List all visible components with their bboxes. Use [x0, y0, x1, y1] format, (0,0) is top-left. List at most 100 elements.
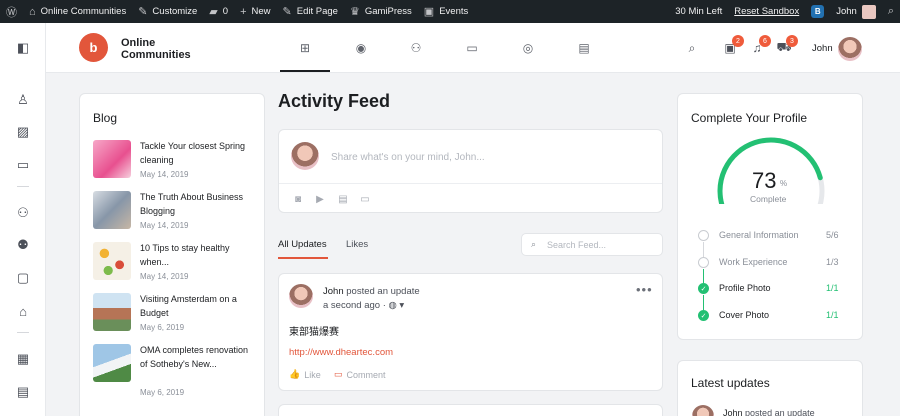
step-connector: [703, 269, 704, 284]
profile-completion-title: Complete Your Profile: [691, 111, 808, 125]
cart-count: 3: [786, 35, 798, 47]
site-header: b Online Communities ⊞ ◉ ⚇ ▭ ◎ ▤ ⌕ ▣ 2 ♫ 6…: [46, 23, 900, 73]
document-upload-icon[interactable]: ▤: [337, 194, 349, 205]
messages-icon[interactable]: ▣ 2: [722, 35, 744, 56]
profile-icon[interactable]: ♙: [15, 92, 31, 108]
nav-profile-icon[interactable]: ◉: [353, 40, 369, 56]
nav-documents-icon[interactable]: ▤: [576, 40, 592, 56]
feed-search-input[interactable]: ⌕ Search Feed...: [521, 233, 663, 256]
notifications-count: 6: [759, 35, 771, 47]
search-icon: ⌕: [531, 239, 537, 249]
tab-likes[interactable]: Likes: [346, 239, 368, 250]
edit-page-link[interactable]: ✎ Edit Page: [277, 0, 344, 23]
activity-item: [278, 404, 663, 416]
brush-icon: ✎: [138, 6, 148, 18]
members-icon[interactable]: ⚇: [15, 205, 31, 221]
gif-icon[interactable]: ▭: [359, 194, 371, 205]
activity-item: John posted an update a second ago · ◍ ▾…: [278, 273, 663, 391]
crown-icon: ♛: [349, 6, 360, 18]
completion-unit: %: [780, 179, 788, 188]
activity-header: John posted an update: [323, 286, 420, 297]
comments-link[interactable]: ▰ 0: [203, 0, 234, 23]
new-content-link[interactable]: + New: [234, 0, 276, 23]
blog-thumbnail[interactable]: [93, 191, 131, 229]
activity-avatar[interactable]: [289, 284, 313, 308]
events-link[interactable]: ▣ Events: [418, 0, 474, 23]
photo-upload-icon[interactable]: ◙: [292, 194, 304, 205]
inbox-icon[interactable]: ▭: [15, 157, 31, 173]
admin-account-menu[interactable]: John: [830, 0, 882, 23]
activity-link[interactable]: http://www.dheartec.com: [289, 347, 393, 358]
step-status-icon: [698, 230, 709, 241]
nav-activity-icon[interactable]: ⊞: [297, 40, 313, 56]
active-tab-indicator: [278, 257, 328, 259]
wordpress-menu[interactable]: Ⓦ: [0, 0, 23, 23]
customize-link[interactable]: ✎ Customize: [132, 0, 203, 23]
courses-icon[interactable]: ⌂: [15, 303, 31, 319]
admin-site-link[interactable]: ⌂ Online Communities: [23, 0, 132, 23]
tab-all-updates[interactable]: All Updates: [278, 239, 327, 250]
completion-label: Complete: [750, 194, 787, 204]
blog-thumbnail[interactable]: [93, 140, 131, 178]
header-avatar[interactable]: [838, 37, 862, 61]
time-left: 30 Min Left: [675, 6, 723, 17]
wordpress-icon: Ⓦ: [6, 6, 17, 19]
step-connector: [703, 295, 704, 310]
gamipress-link[interactable]: ♛ GamiPress: [344, 0, 418, 23]
home-icon: ⌂: [29, 5, 36, 18]
nav-groups-icon[interactable]: ◎: [520, 40, 536, 56]
sidebar-divider: [17, 332, 29, 333]
blog-thumbnail[interactable]: [93, 293, 131, 331]
globe-icon: · ◍ ▾: [382, 300, 405, 311]
photos-icon[interactable]: ▦: [15, 351, 31, 367]
completion-percent: 73: [752, 168, 777, 193]
sidebar-divider: [17, 186, 29, 187]
bell-icon[interactable]: ♫ 6: [749, 35, 771, 56]
activity-time: a second ago · ◍ ▾: [323, 300, 405, 311]
toggle-sidebar-icon[interactable]: ◧: [15, 40, 31, 56]
like-icon: 👍: [289, 369, 301, 379]
comment-button[interactable]: ▭ Comment: [334, 369, 386, 380]
activity-content: 東部猫爆赛: [289, 327, 339, 338]
left-sidebar: ◧ ♙ ▨ ▭ ⚇ ⚉ ▢ ⌂ ▦ ▤: [0, 23, 46, 416]
more-options-icon[interactable]: •••: [636, 282, 653, 297]
blog-thumbnail[interactable]: [93, 344, 131, 382]
cart-icon[interactable]: ⛟ 3: [776, 35, 798, 56]
video-upload-icon[interactable]: ▶: [314, 194, 326, 205]
latest-updates-title: Latest updates: [691, 376, 770, 390]
groups-icon[interactable]: ⚉: [15, 237, 31, 253]
blog-thumbnail[interactable]: [93, 242, 131, 280]
composer-divider: [279, 183, 662, 184]
plus-icon: +: [240, 5, 247, 18]
latest-updates-widget: Latest updates John posted an update: [677, 360, 863, 416]
messages-count: 2: [732, 35, 744, 47]
composer-avatar: [291, 142, 319, 170]
reset-sandbox-link[interactable]: Reset Sandbox: [728, 0, 805, 23]
search-icon[interactable]: ⌕: [684, 40, 700, 56]
step-status-icon: [698, 257, 709, 268]
pencil-icon: ✎: [282, 6, 292, 18]
activity-icon[interactable]: ▨: [15, 124, 31, 140]
forums-icon[interactable]: ▢: [15, 270, 31, 286]
documents-icon[interactable]: ▤: [15, 384, 31, 400]
like-button[interactable]: 👍 Like: [289, 369, 321, 380]
search-icon: ⌕: [887, 5, 894, 17]
step-connector: [703, 242, 704, 257]
comment-icon: ▰: [209, 6, 218, 18]
blog-title: Blog: [93, 111, 118, 125]
sandbox-badge[interactable]: B: [805, 0, 830, 23]
blog-widget: Blog Tackle Your closest Spring cleaning…: [79, 93, 265, 416]
check-icon: ✓: [698, 283, 709, 294]
site-title[interactable]: Online Communities: [121, 37, 211, 61]
site-logo[interactable]: b: [79, 33, 108, 62]
latest-avatar[interactable]: [692, 405, 714, 416]
header-user-name[interactable]: John: [812, 43, 833, 54]
nav-active-indicator: [280, 70, 330, 72]
nav-members-icon[interactable]: ⚇: [408, 40, 424, 56]
activity-author[interactable]: John: [323, 286, 344, 297]
comment-icon: ▭: [334, 369, 343, 379]
composer-input[interactable]: Share what's on your mind, John...: [331, 152, 485, 163]
admin-bar: Ⓦ ⌂ Online Communities ✎ Customize ▰ 0 + New…: [0, 0, 900, 23]
nav-forums-icon[interactable]: ▭: [464, 40, 480, 56]
admin-search[interactable]: ⌕: [882, 0, 900, 23]
